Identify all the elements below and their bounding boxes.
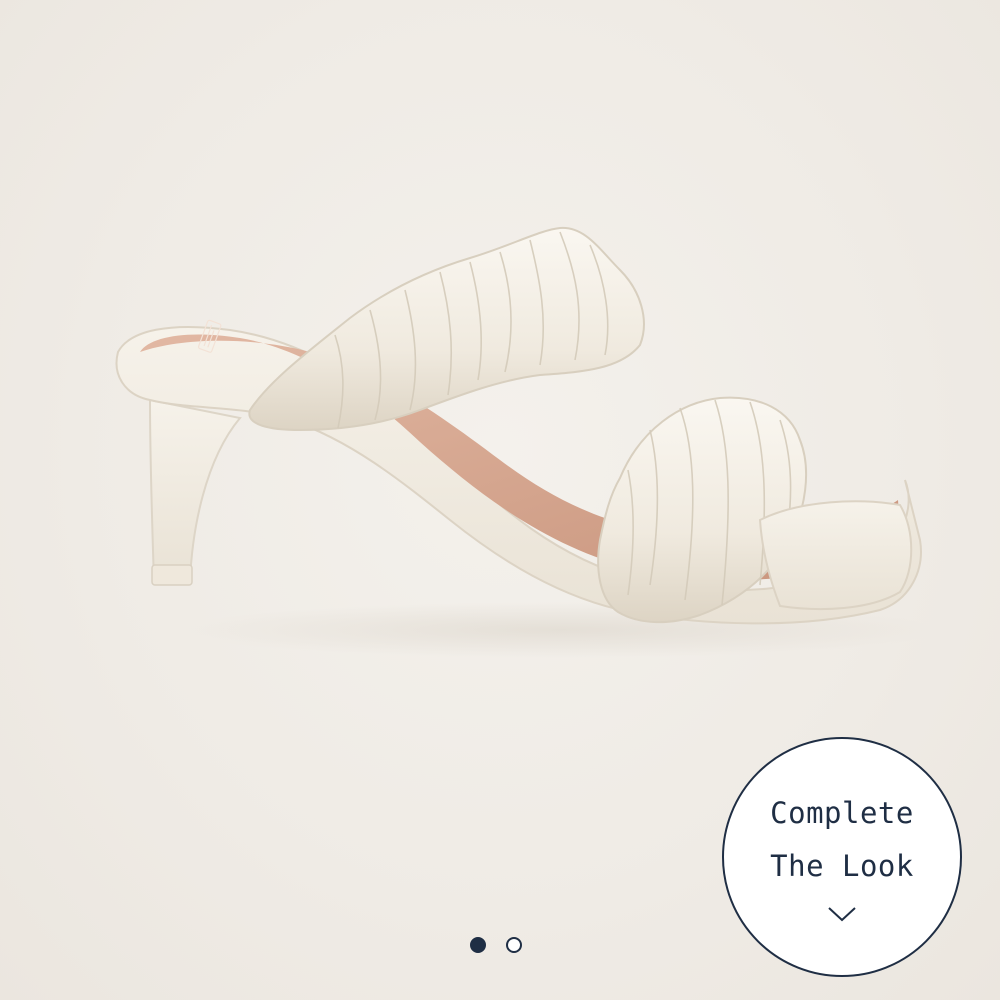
complete-the-look-line2: The Look <box>770 849 914 883</box>
chevron-down-icon <box>828 907 856 922</box>
complete-the-look-line1: Complete <box>770 796 914 830</box>
toe-box <box>758 500 913 611</box>
carousel-pagination <box>470 937 522 953</box>
carousel-dot-2[interactable] <box>506 937 522 953</box>
rear-strap <box>248 226 645 432</box>
product-gallery: Complete The Look <box>0 0 1000 1000</box>
carousel-dot-1[interactable] <box>470 937 486 953</box>
complete-the-look-button[interactable]: Complete The Look <box>722 737 962 977</box>
complete-the-look-label: Complete The Look <box>770 787 914 893</box>
shoe-heel <box>148 398 242 583</box>
